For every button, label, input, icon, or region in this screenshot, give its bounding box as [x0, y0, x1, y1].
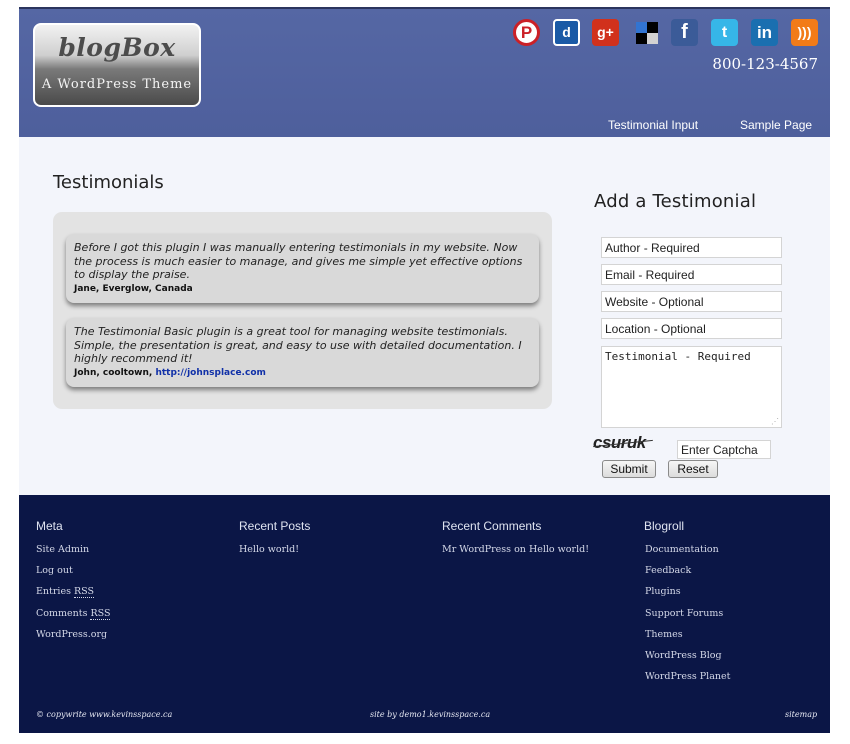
footer-link[interactable]: Site Admin	[36, 544, 110, 565]
page-title: Testimonials	[53, 172, 164, 193]
footer-blogroll-list: Documentation Feedback Plugins Support F…	[645, 544, 730, 692]
rss-abbr: RSS	[90, 607, 111, 620]
testimonial-author-name: John, cooltown,	[74, 367, 156, 378]
pinterest-icon[interactable]: P	[513, 19, 540, 46]
captcha-input[interactable]: Enter Captcha	[677, 440, 771, 459]
email-field[interactable]: Email - Required	[601, 264, 782, 285]
footer-link[interactable]: Log out	[36, 565, 110, 586]
footer-link[interactable]: Comments RSS	[36, 607, 111, 629]
copyright-text[interactable]: © copywrite www.kevinsspace.ca	[36, 710, 172, 719]
rss-icon[interactable]: )))	[791, 19, 818, 46]
delicious-icon[interactable]	[633, 19, 660, 46]
phone-number: 800-123-4567	[712, 55, 818, 73]
comment-post-link[interactable]: Hello world!	[529, 544, 589, 555]
resize-grip-icon[interactable]: ⋰	[771, 417, 779, 426]
page-frame: blogBox A WordPress Theme P d g+ f t in …	[19, 7, 830, 733]
site-by-text[interactable]: site by demo1.kevinsspace.ca	[370, 710, 490, 719]
footer-blogroll-heading: Blogroll	[644, 519, 685, 533]
footer-meta-heading: Meta	[36, 519, 63, 533]
testimonial-card: The Testimonial Basic plugin is a great …	[66, 318, 539, 387]
comment-on-text: on	[511, 544, 529, 555]
footer-meta-list: Site Admin Log out Entries RSS Comments …	[36, 544, 111, 650]
footer-link[interactable]: Support Forums	[645, 608, 730, 629]
main-content: Testimonials Before I got this plugin I …	[19, 137, 830, 495]
footer-link[interactable]: Entries RSS	[36, 586, 110, 607]
testimonials-box: Before I got this plugin I was manually …	[53, 212, 552, 409]
comment-author-link[interactable]: Mr WordPress	[442, 544, 511, 555]
testimonial-quote: The Testimonial Basic plugin is a great …	[74, 325, 522, 365]
testimonial-card: Before I got this plugin I was manually …	[66, 234, 539, 303]
rss-abbr: RSS	[73, 586, 94, 599]
footer-link[interactable]: Hello world!	[239, 544, 299, 565]
digg-icon[interactable]: d	[553, 19, 580, 46]
form-title: Add a Testimonial	[594, 191, 757, 212]
footer-link[interactable]: Plugins	[645, 586, 730, 607]
nav-sample-page[interactable]: Sample Page	[740, 118, 812, 132]
testimonial-quote: Before I got this plugin I was manually …	[74, 241, 523, 281]
footer-recent-posts-heading: Recent Posts	[239, 519, 311, 533]
testimonial-link[interactable]: http://johnsplace.com	[155, 368, 265, 378]
facebook-icon[interactable]: f	[671, 19, 698, 46]
footer-recent-comments-heading: Recent Comments	[442, 519, 542, 533]
submit-button[interactable]: Submit	[602, 460, 656, 478]
linkedin-icon[interactable]: in	[751, 19, 778, 46]
footer-recent-comments-list: Mr WordPress on Hello world!	[442, 544, 589, 565]
footer-link[interactable]: WordPress.org	[36, 629, 110, 650]
testimonial-author: John, cooltown, http://johnsplace.com	[74, 368, 531, 378]
list-item: Mr WordPress on Hello world!	[442, 544, 589, 565]
footer-link[interactable]: Themes	[645, 629, 730, 650]
google-plus-icon[interactable]: g+	[592, 19, 619, 46]
testimonial-author: Jane, Everglow, Canada	[74, 283, 193, 294]
footer-link-text: Comments	[36, 607, 91, 619]
footer-link[interactable]: WordPress Blog	[645, 650, 730, 671]
nav-testimonial-input[interactable]: Testimonial Input	[608, 118, 698, 132]
reset-button[interactable]: Reset	[668, 460, 718, 478]
logo-subtitle: A WordPress Theme	[41, 77, 193, 92]
website-field[interactable]: Website - Optional	[601, 291, 782, 312]
site-footer: Meta Site Admin Log out Entries RSS Comm…	[19, 495, 830, 733]
author-field[interactable]: Author - Required	[601, 237, 782, 258]
logo-title: blogBox	[58, 33, 176, 62]
footer-link-text: Entries	[36, 586, 74, 598]
footer-recent-posts-list: Hello world!	[239, 544, 299, 565]
site-logo[interactable]: blogBox A WordPress Theme	[33, 23, 201, 107]
footer-link[interactable]: WordPress Planet	[645, 671, 730, 692]
sitemap-link[interactable]: sitemap	[785, 710, 817, 719]
testimonial-textarea[interactable]: Testimonial - Required ⋰	[601, 346, 782, 428]
site-header: blogBox A WordPress Theme P d g+ f t in …	[19, 7, 830, 139]
testimonial-textarea-text: Testimonial - Required	[605, 350, 751, 363]
twitter-icon[interactable]: t	[711, 19, 738, 46]
footer-link[interactable]: Documentation	[645, 544, 730, 565]
footer-link[interactable]: Feedback	[645, 565, 730, 586]
location-field[interactable]: Location - Optional	[601, 318, 782, 339]
